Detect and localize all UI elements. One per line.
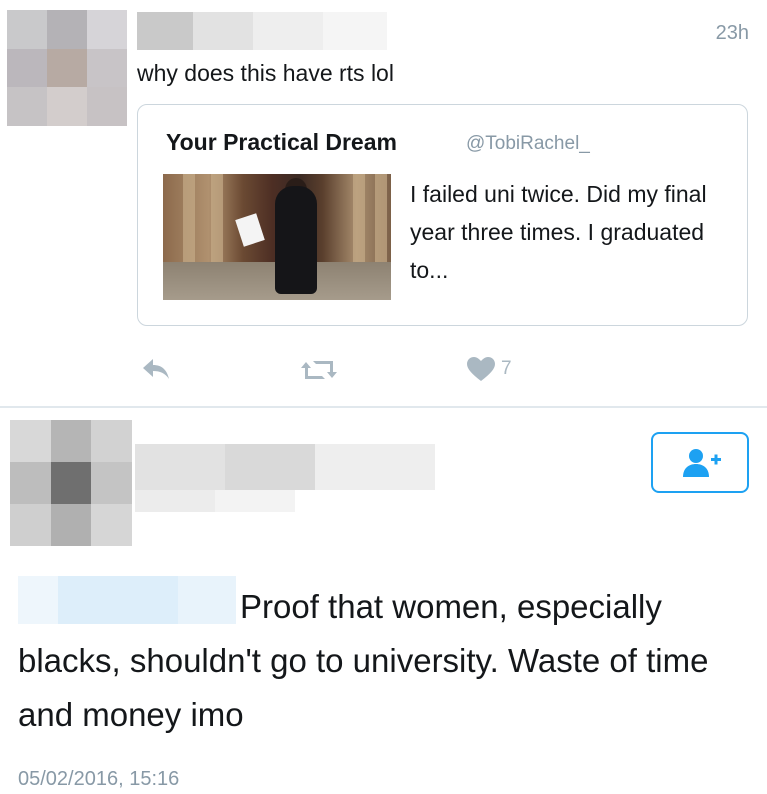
tweet-quote-reply[interactable]: 23h why does this have rts lol Your Prac… [0, 0, 767, 406]
retweet-icon[interactable] [300, 358, 338, 387]
blurred-handle [135, 490, 295, 512]
like-count: 7 [501, 358, 512, 379]
add-user-icon [683, 449, 721, 477]
tweet-detail[interactable]: Proof that women, especially blacks, sho… [0, 408, 767, 794]
blurred-username [137, 12, 387, 50]
follow-button[interactable] [651, 432, 749, 493]
quoted-text: I failed uni twice. Did my final year th… [410, 181, 707, 283]
quoted-display-name: Your Practical Dream [166, 129, 397, 155]
tweet-actions: 7 [0, 356, 767, 386]
tweet-text: why does this have rts lol [137, 60, 394, 86]
tweet-time: 23h [715, 22, 749, 44]
tweet-text: Proof that women, especially blacks, sho… [18, 580, 758, 742]
tweet-timestamp: 05/02/2016, 15:16 [18, 768, 180, 790]
quoted-handle: @TobiRachel_ [466, 133, 590, 154]
quoted-tweet-card[interactable]: Your Practical Dream @TobiRachel_ I fail… [137, 104, 748, 326]
tweet-text-line1: Proof that women, especially [240, 588, 662, 625]
quoted-photo[interactable] [163, 174, 391, 300]
avatar[interactable] [7, 10, 127, 126]
tweet-text-rest: blacks, shouldn't go to university. Wast… [18, 642, 709, 733]
heart-icon[interactable] [466, 356, 496, 387]
avatar[interactable] [10, 420, 132, 546]
reply-icon[interactable] [140, 356, 172, 387]
blurred-username [135, 444, 435, 490]
